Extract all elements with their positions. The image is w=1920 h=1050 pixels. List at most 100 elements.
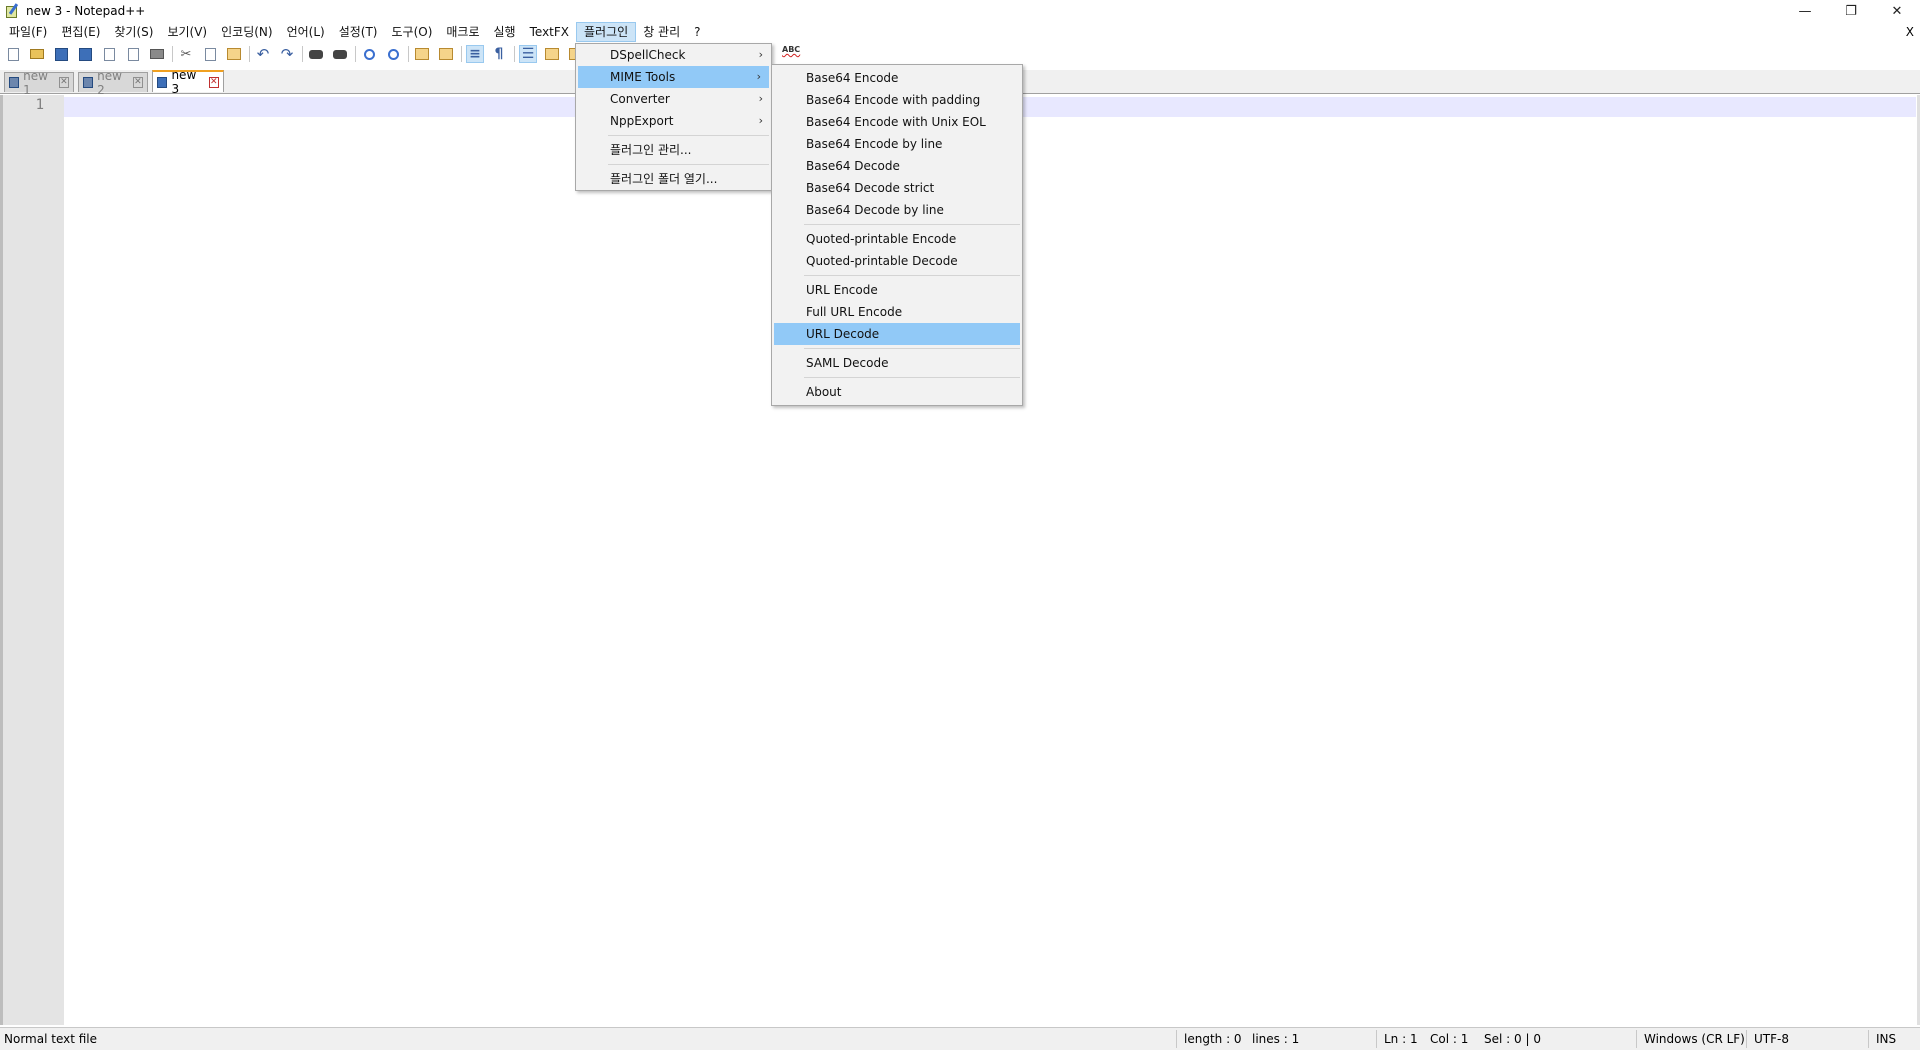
- menu-macro[interactable]: 매크로: [439, 22, 486, 42]
- toolbar-separator: [249, 46, 250, 62]
- menu-item-qp-decode[interactable]: Quoted-printable Decode: [772, 250, 1022, 272]
- submenu-arrow-icon: ›: [758, 92, 763, 105]
- tab-close-icon[interactable]: ✕: [208, 76, 219, 88]
- menu-item-base64-encode-unix-eol[interactable]: Base64 Encode with Unix EOL: [772, 111, 1022, 133]
- menu-separator: [608, 164, 769, 165]
- menu-separator: [608, 135, 769, 136]
- replace-icon[interactable]: [331, 45, 349, 63]
- undo-icon[interactable]: ↶: [254, 45, 272, 63]
- sync-vertical-icon[interactable]: [413, 45, 431, 63]
- tab-label: new 2: [97, 68, 122, 97]
- menu-item-base64-encode-by-line[interactable]: Base64 Encode by line: [772, 133, 1022, 155]
- window-controls: — ❐ ✕: [1782, 0, 1920, 22]
- menu-item-url-encode[interactable]: URL Encode: [772, 279, 1022, 301]
- menu-help[interactable]: ?: [687, 22, 707, 42]
- toolbar-separator: [461, 46, 462, 62]
- tab-label: new 3: [171, 68, 197, 96]
- status-insert-mode: INS: [1876, 1032, 1897, 1046]
- save-all-icon[interactable]: [76, 45, 94, 63]
- toolbar: ✂ ↶ ↷ ≡ ¶ ☰: [0, 42, 1920, 66]
- status-divider: [1746, 1030, 1747, 1048]
- menu-item-base64-decode-by-line[interactable]: Base64 Decode by line: [772, 199, 1022, 221]
- tab-new-1[interactable]: new 1 ✕: [4, 69, 74, 97]
- menu-file[interactable]: 파일(F): [2, 22, 54, 42]
- indent-guide-icon[interactable]: ☰: [519, 45, 537, 63]
- menu-item-base64-decode-strict[interactable]: Base64 Decode strict: [772, 177, 1022, 199]
- menu-item-base64-encode-padding[interactable]: Base64 Encode with padding: [772, 89, 1022, 111]
- open-folder-icon[interactable]: [28, 45, 46, 63]
- word-wrap-icon[interactable]: ≡: [466, 45, 484, 63]
- status-divider: [1176, 1030, 1177, 1048]
- copy-icon[interactable]: [201, 45, 219, 63]
- menu-item-full-url-encode[interactable]: Full URL Encode: [772, 301, 1022, 323]
- minimize-button[interactable]: —: [1782, 0, 1828, 22]
- menu-item-qp-encode[interactable]: Quoted-printable Encode: [772, 228, 1022, 250]
- menu-item-open-plugins-folder[interactable]: 플러그인 폴더 열기...: [576, 168, 771, 190]
- menu-item-base64-encode[interactable]: Base64 Encode: [772, 67, 1022, 89]
- redo-icon[interactable]: ↷: [278, 45, 296, 63]
- menu-item-base64-decode[interactable]: Base64 Decode: [772, 155, 1022, 177]
- new-file-icon[interactable]: [4, 45, 22, 63]
- close-all-icon[interactable]: [124, 45, 142, 63]
- menu-run[interactable]: 실행: [487, 22, 523, 42]
- status-sel: Sel : 0 | 0: [1484, 1032, 1541, 1046]
- menu-separator: [804, 275, 1020, 276]
- restore-button[interactable]: ❐: [1828, 0, 1874, 22]
- tab-close-icon[interactable]: ✕: [132, 77, 143, 88]
- toolbar-separator: [355, 46, 356, 62]
- show-all-chars-icon[interactable]: ¶: [490, 45, 508, 63]
- paste-icon[interactable]: [225, 45, 243, 63]
- zoom-out-icon[interactable]: [384, 45, 402, 63]
- doc-map-icon[interactable]: [543, 45, 561, 63]
- menu-window[interactable]: 창 관리: [636, 22, 687, 42]
- toolbar-separator: [172, 46, 173, 62]
- menu-settings[interactable]: 설정(T): [332, 22, 385, 42]
- menu-item-about[interactable]: About: [772, 381, 1022, 403]
- saved-file-icon: [157, 76, 168, 88]
- zoom-in-icon[interactable]: [360, 45, 378, 63]
- menu-edit[interactable]: 편집(E): [54, 22, 107, 42]
- menu-item-plugin-admin[interactable]: 플러그인 관리...: [576, 139, 771, 161]
- close-icon: ✕: [1891, 3, 1903, 19]
- status-divider: [1636, 1030, 1637, 1048]
- menu-language[interactable]: 언어(L): [280, 22, 332, 42]
- spellcheck-icon[interactable]: ABC: [782, 45, 800, 61]
- submenu-arrow-icon: ›: [758, 114, 763, 127]
- menu-item-saml-decode[interactable]: SAML Decode: [772, 352, 1022, 374]
- toolbar-separator: [302, 46, 303, 62]
- close-document-button[interactable]: X: [1906, 22, 1914, 42]
- close-file-icon[interactable]: [100, 45, 118, 63]
- status-col: Col : 1: [1430, 1032, 1469, 1046]
- menu-view[interactable]: 보기(V): [160, 22, 214, 42]
- menu-item-mime-tools[interactable]: MIME Tools ›: [578, 66, 769, 88]
- minimize-icon: —: [1798, 3, 1812, 19]
- close-window-button[interactable]: ✕: [1874, 0, 1920, 22]
- menu-textfx[interactable]: TextFX: [523, 22, 576, 42]
- menu-item-dspellcheck[interactable]: DSpellCheck ›: [576, 44, 771, 66]
- status-divider: [1376, 1030, 1377, 1048]
- sync-horizontal-icon[interactable]: [437, 45, 455, 63]
- status-eol: Windows (CR LF): [1644, 1032, 1745, 1046]
- submenu-arrow-icon: ›: [756, 70, 761, 83]
- find-icon[interactable]: [307, 45, 325, 63]
- status-bar: Normal text file length : 0 lines : 1 Ln…: [0, 1027, 1920, 1050]
- cut-icon[interactable]: ✂: [177, 45, 195, 63]
- menu-item-nppexport[interactable]: NppExport ›: [576, 110, 771, 132]
- print-icon[interactable]: [148, 45, 166, 63]
- tab-close-icon[interactable]: ✕: [58, 77, 69, 88]
- notepad-plus-plus-app-icon: [4, 3, 20, 19]
- menu-plugins[interactable]: 플러그인: [576, 22, 637, 42]
- tab-new-2[interactable]: new 2 ✕: [78, 69, 148, 97]
- status-file-type: Normal text file: [4, 1032, 98, 1046]
- line-number: 1: [35, 97, 44, 113]
- tab-new-3[interactable]: new 3 ✕: [152, 68, 224, 96]
- plugins-dropdown: DSpellCheck › MIME Tools › Converter › NppE…: [575, 43, 772, 191]
- save-icon[interactable]: [52, 45, 70, 63]
- menu-search[interactable]: 찾기(S): [107, 22, 160, 42]
- menu-item-url-decode[interactable]: URL Decode: [774, 323, 1020, 345]
- menu-tools[interactable]: 도구(O): [385, 22, 440, 42]
- title-bar: new 3 - Notepad++ — ❐ ✕: [0, 0, 1920, 22]
- menu-encoding[interactable]: 인코딩(N): [214, 22, 279, 42]
- menu-item-converter[interactable]: Converter ›: [576, 88, 771, 110]
- window-title: new 3 - Notepad++: [26, 4, 146, 18]
